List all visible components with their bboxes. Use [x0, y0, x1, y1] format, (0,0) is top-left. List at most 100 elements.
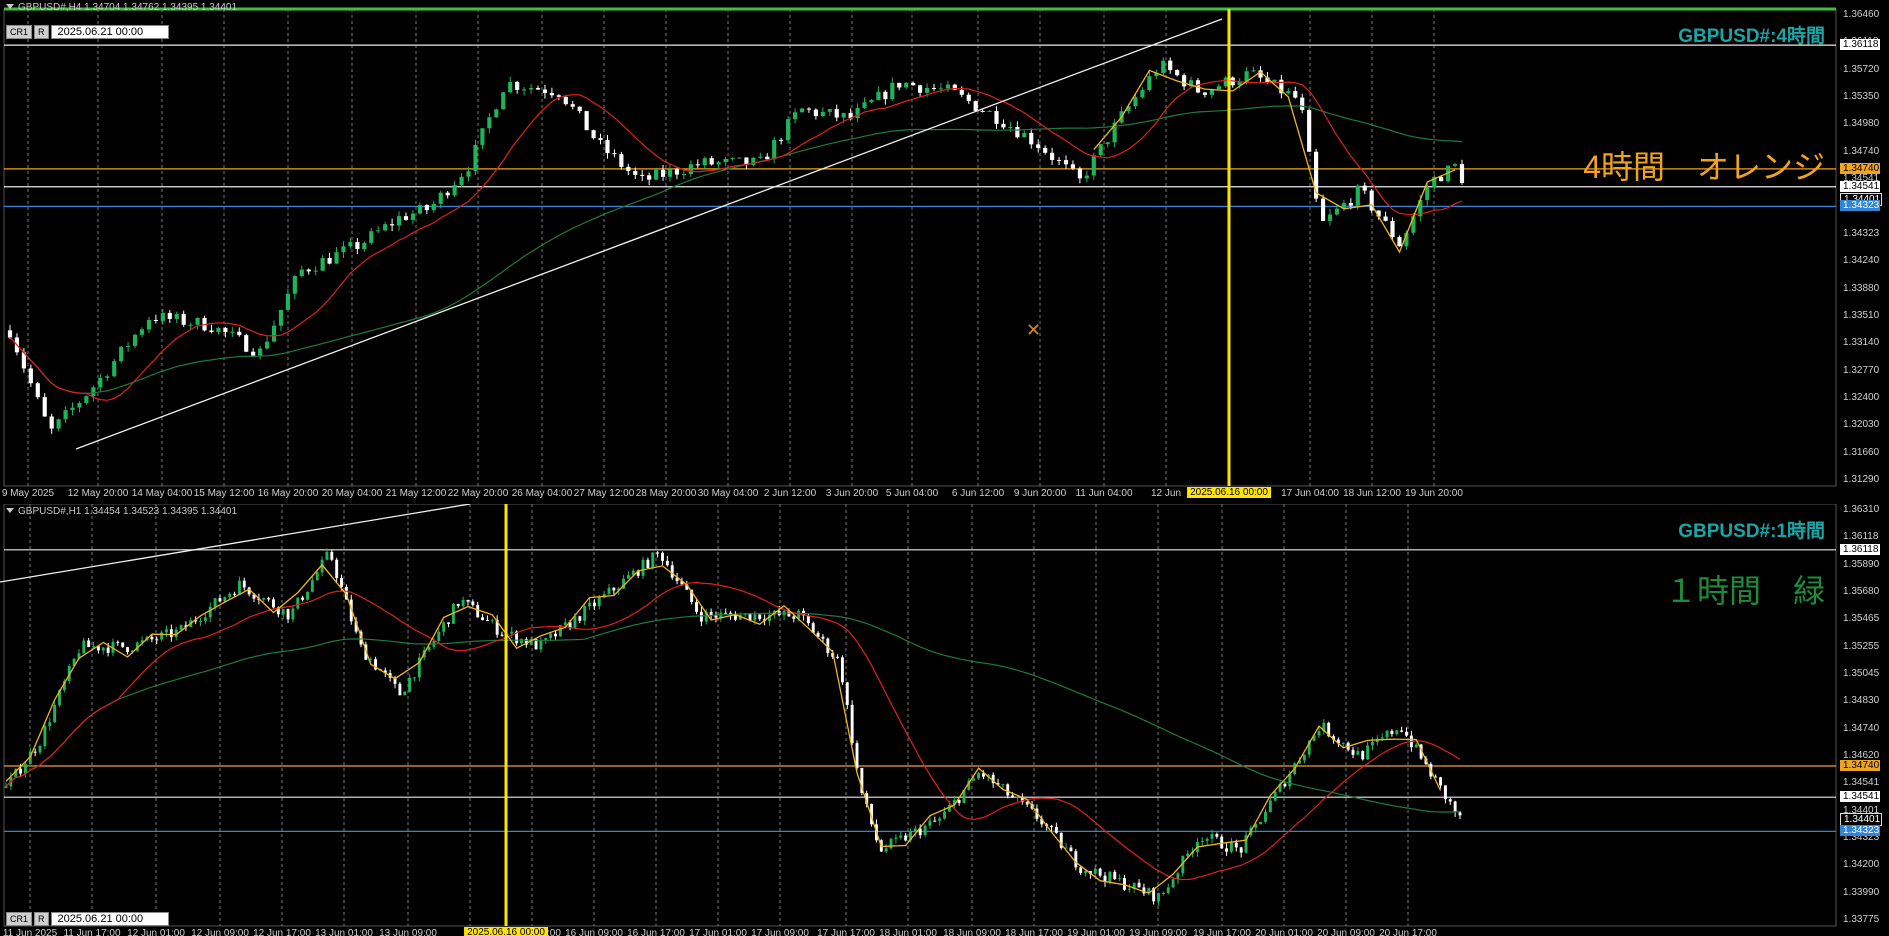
h1-time-label: 19 Jun 17:00	[1193, 928, 1251, 936]
h1-vline-label: 2025.06.16 00:00	[464, 927, 548, 936]
candle-body	[1414, 744, 1418, 748]
candle-body	[306, 591, 309, 600]
candle-body	[542, 89, 548, 94]
candle-body	[1022, 132, 1027, 138]
h4-r-button[interactable]: R	[34, 25, 49, 39]
h4-price-label: 1.33140	[1843, 337, 1880, 349]
h4-price-label: 1.35720	[1843, 63, 1880, 75]
candle-body	[753, 614, 757, 621]
candle-body	[1327, 214, 1333, 221]
h4-price-label: 1.31660	[1843, 446, 1880, 458]
candle-body	[894, 837, 898, 839]
candle-body	[709, 158, 714, 165]
candle-body	[230, 331, 235, 333]
h4-time-label: 2 Jun 12:00	[763, 488, 817, 499]
candle-body	[836, 656, 840, 658]
candle-body	[510, 631, 514, 634]
candle-body	[278, 309, 284, 326]
candle-body	[23, 763, 27, 774]
candle-body	[132, 334, 138, 346]
candle-body	[1008, 127, 1013, 129]
candle-body	[188, 324, 193, 326]
h4-time-label: 11 Jun 04:00	[1075, 488, 1133, 499]
candle-body	[87, 640, 91, 648]
candle-body	[315, 572, 319, 581]
candle-body	[376, 230, 381, 232]
candle-body	[515, 82, 520, 90]
h1-ma-fast-line	[5, 581, 1461, 881]
candle-body	[1356, 751, 1360, 755]
candle-body	[1366, 745, 1370, 760]
candle-body	[1452, 164, 1458, 166]
candle-body	[383, 224, 388, 231]
h1-time-label: 12 Jun 17:00	[253, 928, 311, 936]
h4-date-box[interactable]: 2025.06.21 00:00	[50, 25, 169, 39]
candle-body	[181, 313, 186, 325]
candle-body	[286, 609, 290, 620]
h1-cr1-button[interactable]: CR1	[6, 912, 33, 926]
candle-body	[945, 84, 950, 89]
h4-color-note: 4時間 オレンジ	[1583, 149, 1825, 185]
h1-chart-pane[interactable]: GBPUSD#,H1 1.34454 1.34523 1.34395 1.344…	[0, 504, 1889, 936]
h1-price-label: 1.35680	[1843, 586, 1880, 597]
candle-body	[966, 94, 971, 102]
candle-body	[1348, 203, 1353, 206]
candle-body	[758, 156, 763, 158]
crosshair-cursor-icon: ✕	[1026, 320, 1042, 340]
candle-body	[1137, 882, 1141, 888]
candle-body	[285, 293, 290, 310]
h4-price-tag: 1.34323	[1840, 200, 1880, 212]
h4-price-tag: 1.34740	[1840, 162, 1880, 174]
candle-body	[1383, 216, 1388, 221]
candle-body	[1186, 853, 1190, 856]
candle-body	[765, 156, 770, 160]
h4-cr1-button[interactable]: CR1	[6, 25, 33, 39]
h4-price-chart[interactable]	[0, 0, 1889, 503]
h1-price-chart[interactable]	[0, 504, 1889, 936]
candle-body	[169, 629, 173, 638]
candle-body	[933, 820, 937, 822]
candle-body	[1239, 847, 1243, 853]
h1-price-tag: 1.34401	[1840, 813, 1882, 827]
collapse-triangle-icon[interactable]	[6, 508, 14, 513]
h1-time-label: 12 Jun 09:00	[191, 928, 249, 936]
candle-body	[779, 139, 784, 141]
candle-body	[452, 185, 457, 196]
candle-body	[1029, 132, 1034, 145]
candle-body	[724, 612, 728, 614]
h4-price-label: 1.33510	[1843, 309, 1880, 321]
collapse-triangle-icon[interactable]	[6, 4, 14, 9]
candle-body	[570, 104, 575, 107]
candle-body	[126, 345, 131, 347]
h4-chart-pane[interactable]: GBPUSD#,H4 1.34704 1.34762 1.34395 1.344…	[0, 0, 1889, 503]
candle-body	[195, 317, 200, 325]
candle-body	[806, 615, 810, 624]
candle-body	[876, 91, 881, 101]
candle-body	[38, 746, 42, 753]
candle-body	[42, 397, 47, 417]
candle-body	[501, 92, 506, 110]
candle-body	[447, 622, 450, 624]
h4-price-tag: 1.36118	[1840, 39, 1880, 51]
h4-price-label: 1.34240	[1843, 255, 1880, 267]
candle-body	[299, 269, 304, 277]
candle-body	[310, 580, 314, 592]
candle-body	[994, 110, 999, 124]
candle-body	[1361, 751, 1365, 760]
h1-r-button[interactable]: R	[34, 912, 49, 926]
candle-body	[1293, 91, 1298, 98]
candle-body	[362, 242, 367, 250]
candle-body	[1405, 731, 1408, 736]
candle-body	[126, 647, 130, 652]
candle-body	[459, 176, 464, 186]
h4-price-label: 1.32400	[1843, 391, 1880, 403]
candle-body	[1448, 799, 1452, 802]
candle-body	[334, 252, 339, 264]
candle-body	[508, 82, 513, 93]
candle-body	[928, 820, 932, 826]
candle-body	[535, 88, 541, 90]
candle-body	[612, 153, 617, 155]
candle-body	[786, 119, 791, 141]
h1-date-box[interactable]: 2025.06.21 00:00	[50, 912, 169, 926]
candle-body	[1334, 208, 1340, 215]
